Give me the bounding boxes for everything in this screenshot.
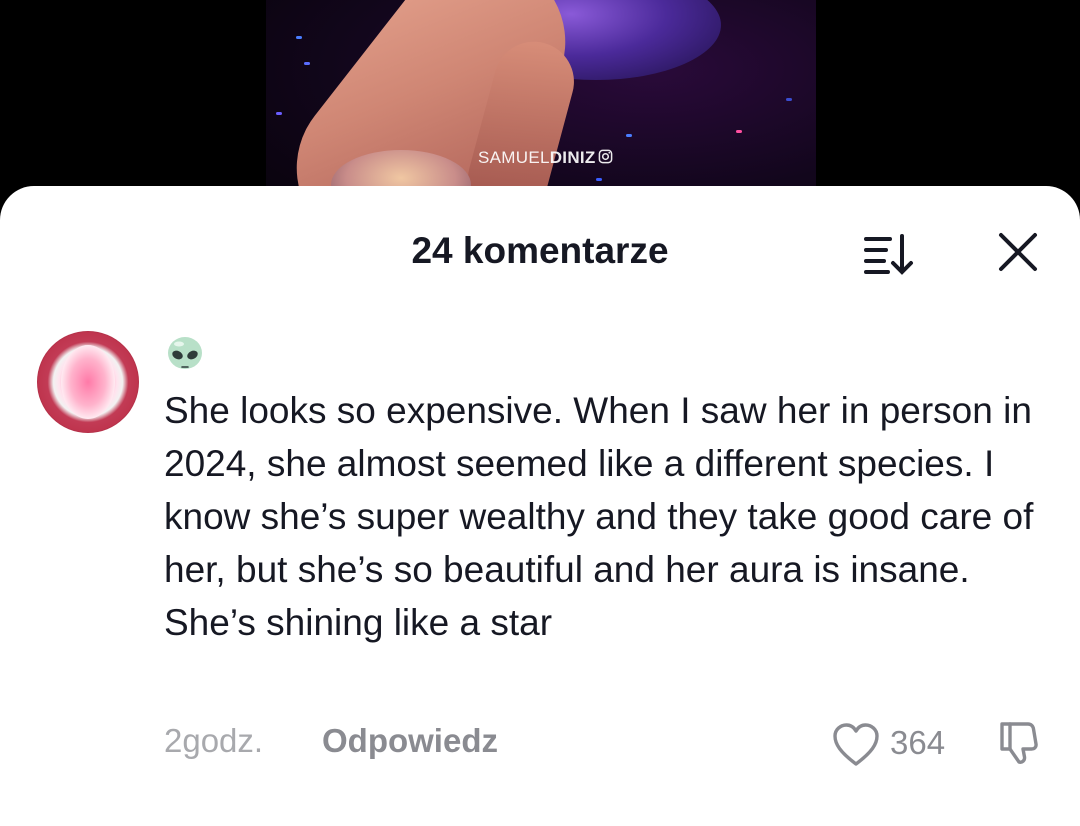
alien-emoji [168,337,202,369]
thumbs-down-icon [1000,722,1038,764]
watermark-prefix: SAMUEL [478,148,550,167]
comments-count-title: 24 komentarze [411,230,669,271]
close-icon [999,233,1037,271]
like-count: 364 [890,724,946,761]
reply-button[interactable]: Odpowiedz [322,722,498,760]
stage-light [596,178,602,181]
comment-body: She looks so expensive. When I saw her i… [164,390,1034,643]
stage-light [304,62,310,65]
sort-button[interactable] [862,232,916,276]
stage-light [626,134,632,137]
stage-light [276,112,282,115]
heart-outline-icon [833,723,879,766]
commenter-avatar[interactable] [37,331,139,433]
sort-icon [864,234,913,275]
comment-timestamp: 2godz. [164,722,264,759]
stage-light [736,130,742,133]
commenter-username[interactable] [164,334,206,376]
dislike-button[interactable] [996,720,1042,766]
avatar-inner-glow [61,345,115,419]
stage-light [786,98,792,101]
close-button[interactable] [996,230,1040,274]
instagram-icon [598,149,612,164]
like-button[interactable] [832,722,880,768]
video-watermark: SAMUELDINIZ [478,148,613,168]
comments-sheet: 24 komentarze She looks so expensive. Wh… [0,186,1080,826]
watermark-bold: DINIZ [549,148,596,167]
stage-light [296,36,302,39]
